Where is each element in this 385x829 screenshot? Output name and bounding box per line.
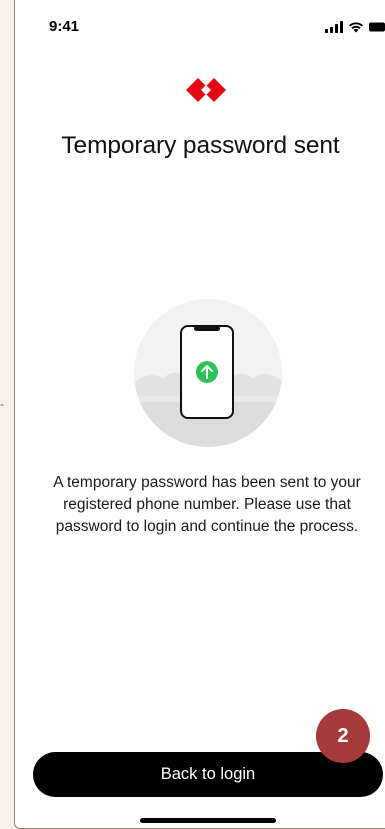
home-indicator [140, 818, 276, 823]
status-icons [325, 20, 385, 38]
step-badge: 2 [316, 709, 370, 763]
phone-screen: 9:41 Temporary password sent A temporary… [14, 0, 385, 829]
phone-upload-illustration [133, 298, 283, 448]
info-message: A temporary password has been sent to yo… [53, 474, 361, 535]
page-title: Temporary password sent [61, 132, 340, 159]
status-bar: 9:41 [15, 0, 385, 52]
status-time: 9:41 [49, 18, 80, 35]
brand-logo [182, 74, 230, 106]
battery-icon [369, 20, 385, 38]
left-edge-marker: - [0, 397, 4, 411]
wifi-icon [348, 20, 364, 38]
cellular-signal-icon [325, 20, 343, 38]
